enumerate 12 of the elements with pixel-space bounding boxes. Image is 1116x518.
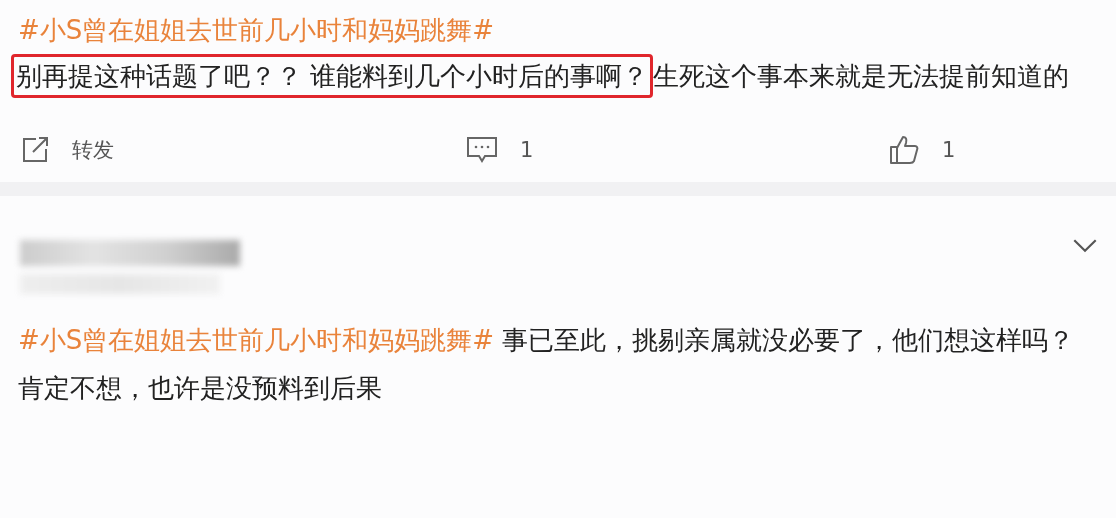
chevron-down-icon[interactable]: [1072, 238, 1098, 253]
action-label: 转发: [72, 137, 114, 164]
thumbs-up-icon[interactable]: [888, 134, 920, 166]
hashtag-link[interactable]: #小S曾在姐姐去世前几小时和妈妈跳舞#: [18, 325, 495, 355]
comment-icon[interactable]: [466, 135, 498, 165]
share-icon[interactable]: [20, 135, 50, 165]
comment-text: #小S曾在姐姐去世前几小时和妈妈跳舞# 事已至此，挑剔亲属就没必要了，他们想这样吗？肯定不想，也许是没预料到后果: [18, 324, 1076, 405]
comment-text: 生死这个事本来就是无法提前知道的: [653, 61, 1070, 91]
hashtag-link[interactable]: #小S曾在姐姐去世前几小时和妈妈跳舞#: [18, 15, 495, 45]
action-label: 1: [942, 138, 956, 162]
action-label: 1: [520, 138, 534, 162]
highlighted-text: 别再提这种话题了吧？？ 谁能料到几个小时后的事啊？: [11, 54, 654, 98]
